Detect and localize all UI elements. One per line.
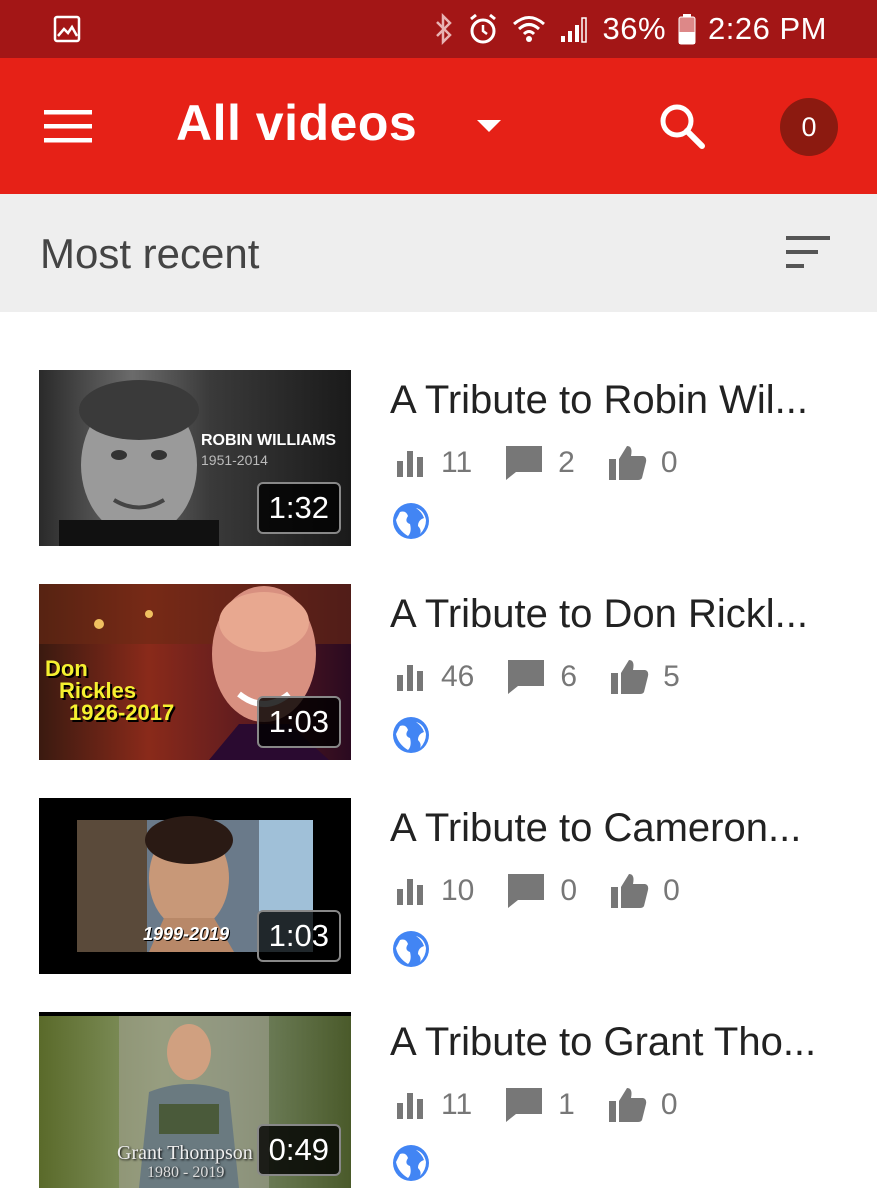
search-icon[interactable] (656, 100, 708, 152)
public-globe-icon (393, 931, 429, 967)
views-count: 11 (441, 446, 473, 479)
video-list-item[interactable]: Don Rickles 1926-2017 1:03 A Tribute to … (0, 574, 877, 764)
likes-stat: 0 (607, 444, 678, 482)
views-stat: 10 (395, 874, 474, 908)
public-globe-icon (393, 717, 429, 753)
likes-count: 0 (663, 874, 680, 907)
video-stats: 11 2 0 (395, 444, 710, 482)
alarm-icon (469, 13, 496, 44)
comment-icon (508, 874, 545, 908)
battery-icon (678, 14, 696, 45)
comments-stat: 1 (504, 1086, 575, 1124)
video-list-item[interactable]: 1999-2019 1:03 A Tribute to Cameron... 1… (0, 788, 877, 978)
bar-chart-icon (397, 1093, 423, 1119)
video-stats: 46 6 5 (395, 658, 712, 696)
sort-header: Most recent (0, 194, 877, 312)
bar-chart-icon (397, 451, 423, 477)
wifi-icon (512, 16, 545, 42)
gallery-notification-icon (53, 15, 81, 43)
thumbnail-caption: Don Rickles 1926-2017 (45, 658, 174, 724)
video-thumbnail[interactable]: ROBIN WILLIAMS 1951-2014 1:32 (39, 370, 351, 546)
likes-stat: 5 (609, 658, 680, 696)
thumbnail-caption: Grant Thompson (117, 1142, 253, 1164)
likes-count: 0 (660, 446, 678, 479)
comments-stat: 6 (506, 658, 577, 696)
thumbnail-dates: 1951-2014 (201, 452, 268, 468)
views-count: 11 (441, 1088, 473, 1121)
likes-stat: 0 (609, 872, 680, 910)
bar-chart-icon (397, 665, 423, 691)
comment-icon (506, 446, 543, 480)
thumbnail-caption-line: Don (45, 656, 88, 681)
views-stat: 11 (395, 446, 472, 480)
sort-label: Most recent (40, 230, 260, 277)
thumbs-up-icon (608, 1088, 647, 1122)
comments-count: 0 (560, 874, 578, 907)
video-list-item[interactable]: ROBIN WILLIAMS 1951-2014 1:32 A Tribute … (0, 360, 877, 550)
video-title[interactable]: A Tribute to Grant Tho... (390, 1020, 850, 1065)
likes-count: 5 (663, 660, 680, 693)
app-bar: All videos 0 (0, 58, 877, 194)
video-stats: 10 0 0 (395, 872, 712, 910)
thumbnail-caption: 1999-2019 (143, 924, 230, 944)
comments-stat: 0 (506, 872, 577, 910)
video-thumbnail[interactable]: 1999-2019 1:03 (39, 798, 351, 974)
likes-count: 0 (660, 1088, 678, 1121)
comment-icon (508, 660, 545, 694)
video-duration: 1:03 (256, 910, 341, 962)
clock: 2:26 PM (708, 11, 827, 46)
hamburger-menu-icon[interactable] (44, 106, 92, 146)
status-icons: 36% 2:26 PM (433, 0, 828, 58)
public-globe-icon (393, 503, 429, 539)
likes-stat: 0 (607, 1086, 678, 1124)
video-title[interactable]: A Tribute to Cameron... (390, 806, 850, 851)
thumbnail-dates: 1980 - 2019 (147, 1164, 225, 1181)
comments-stat: 2 (504, 444, 575, 482)
thumbs-up-icon (611, 660, 649, 694)
views-stat: 46 (395, 660, 474, 694)
video-title[interactable]: A Tribute to Robin Wil... (390, 378, 850, 423)
video-duration: 0:49 (256, 1124, 341, 1176)
comments-count: 1 (558, 1088, 575, 1121)
bar-chart-icon (397, 879, 423, 905)
video-thumbnail[interactable]: Grant Thompson 1980 - 2019 0:49 (39, 1012, 351, 1188)
dropdown-arrow-icon[interactable] (474, 114, 504, 138)
public-globe-icon (393, 1145, 429, 1181)
signal-icon (560, 17, 587, 43)
thumbnail-caption-line: 1926-2017 (69, 700, 175, 725)
bluetooth-icon (435, 13, 452, 45)
thumbs-up-icon (608, 446, 647, 480)
page-title[interactable]: All videos (176, 94, 417, 152)
thumbnail-caption-line: Rickles (59, 678, 137, 703)
video-thumbnail[interactable]: Don Rickles 1926-2017 1:03 (39, 584, 351, 760)
sort-icon[interactable] (778, 230, 836, 276)
battery-percent: 36% (602, 11, 667, 46)
comments-count: 2 (558, 446, 575, 479)
video-duration: 1:32 (256, 482, 341, 534)
comment-icon (506, 1088, 543, 1122)
status-bar: 36% 2:26 PM (0, 0, 877, 58)
notification-badge[interactable]: 0 (780, 98, 838, 156)
views-stat: 11 (395, 1088, 472, 1122)
video-stats: 11 1 0 (395, 1086, 710, 1124)
thumbnail-caption: ROBIN WILLIAMS (201, 432, 337, 449)
views-count: 46 (441, 660, 475, 693)
thumbs-up-icon (611, 874, 649, 908)
video-list-item[interactable]: Grant Thompson 1980 - 2019 0:49 A Tribut… (0, 1002, 877, 1192)
views-count: 10 (441, 874, 475, 907)
video-duration: 1:03 (256, 696, 341, 748)
comments-count: 6 (560, 660, 578, 693)
video-title[interactable]: A Tribute to Don Rickl... (390, 592, 850, 637)
